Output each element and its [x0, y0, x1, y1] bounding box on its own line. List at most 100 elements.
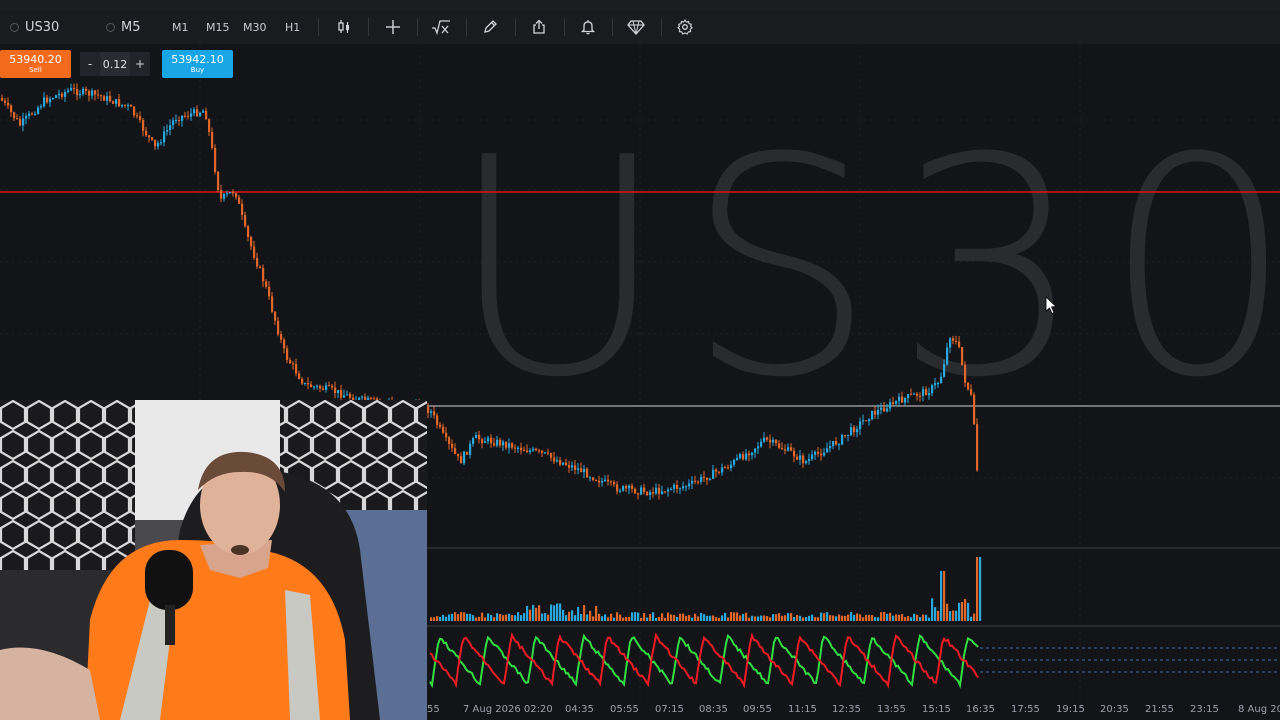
stochastic-oscillator — [429, 631, 1280, 689]
candle-body — [781, 447, 784, 450]
candle-body — [193, 109, 196, 114]
candle-body — [727, 467, 730, 469]
candle-body — [37, 107, 40, 114]
candle-body — [700, 476, 703, 482]
candle-body — [559, 460, 562, 465]
candle-body — [283, 339, 286, 349]
candle-body — [142, 120, 145, 131]
candle-body — [817, 451, 820, 454]
volume-bar — [940, 571, 943, 621]
candle-body — [25, 115, 28, 119]
timeframe-m15-button[interactable]: M15 — [206, 10, 230, 44]
candle-body — [535, 448, 538, 451]
candle-body — [631, 485, 634, 489]
volume-bar — [706, 615, 709, 621]
timeframe-m30-button[interactable]: M30 — [243, 10, 267, 44]
alert-bell-icon[interactable] — [577, 16, 599, 38]
volume-bar — [634, 612, 637, 621]
volume-bar — [694, 613, 697, 621]
settings-gear-icon[interactable] — [674, 16, 696, 38]
volume-bar — [691, 617, 694, 621]
volume-bar — [484, 617, 487, 621]
volume-bar — [679, 613, 682, 621]
candle-body — [913, 393, 916, 395]
volume-bar — [676, 616, 679, 621]
volume-bar — [613, 617, 616, 621]
sell-button[interactable]: 53940.20 Sell — [0, 50, 71, 78]
volume-bar — [625, 617, 628, 621]
candle-body — [640, 487, 643, 495]
symbol-selector[interactable]: US30 — [10, 10, 59, 44]
candle-body — [877, 409, 880, 415]
volume-bar — [577, 606, 580, 621]
candle-body — [952, 338, 955, 341]
candle-body — [319, 385, 322, 389]
time-axis-tick: 23:15 — [1190, 704, 1219, 715]
candle-body — [73, 88, 76, 90]
quantity-increase-button[interactable]: + — [130, 52, 150, 76]
candle-body — [430, 411, 433, 413]
candle-body — [790, 447, 793, 451]
timeframe-m1-button[interactable]: M1 — [172, 10, 189, 44]
volume-bar — [865, 614, 868, 621]
candle-body — [220, 190, 223, 199]
volume-bar — [517, 612, 520, 621]
volume-bar — [628, 616, 631, 621]
volume-bar — [607, 617, 610, 621]
volume-bar — [961, 601, 964, 621]
chart-type-icon[interactable] — [333, 16, 355, 38]
buy-button[interactable]: 53942.10 Buy — [162, 50, 233, 78]
candle-body — [820, 453, 823, 456]
crosshair-icon[interactable] — [382, 16, 404, 38]
indicators-icon[interactable] — [430, 16, 452, 38]
quantity-decrease-button[interactable]: - — [80, 52, 100, 76]
candle-body — [298, 373, 301, 379]
timeframe-h1-button[interactable]: H1 — [285, 10, 300, 44]
volume-bar — [877, 617, 880, 621]
volume-bar — [511, 615, 514, 621]
candle-body — [442, 426, 445, 433]
volume-bar — [925, 614, 928, 621]
candle-body — [55, 95, 58, 99]
candle-body — [235, 193, 238, 198]
quantity-input[interactable]: 0.12 — [100, 52, 130, 76]
drawing-pencil-icon[interactable] — [479, 16, 501, 38]
volume-bar — [781, 615, 784, 621]
volume-bar — [499, 614, 502, 621]
candle-body — [148, 135, 151, 138]
candle-body — [469, 443, 472, 455]
volume-bar — [709, 615, 712, 621]
timeframe-selector[interactable]: M5 — [106, 10, 141, 44]
volume-bar — [433, 617, 436, 621]
volume-bar — [658, 616, 661, 621]
volume-bar — [667, 612, 670, 621]
candle-body — [589, 477, 592, 479]
candle-body — [508, 443, 511, 448]
volume-bar — [757, 616, 760, 621]
oscillator-line — [429, 631, 979, 689]
candle-body — [718, 471, 721, 473]
candle-body — [526, 450, 529, 453]
candle-body — [91, 90, 94, 96]
premium-diamond-icon[interactable] — [625, 16, 647, 38]
share-icon[interactable] — [528, 16, 550, 38]
volume-bar — [826, 612, 829, 621]
volume-bar — [529, 609, 532, 621]
candle-body — [937, 383, 940, 385]
candle-body — [118, 99, 121, 107]
volume-bar — [907, 616, 910, 621]
candle-body — [136, 115, 139, 117]
volume-bar — [760, 615, 763, 621]
candle-body — [529, 450, 532, 453]
candle-body — [796, 456, 799, 460]
candle-body — [571, 465, 574, 468]
volume-bar — [973, 613, 976, 621]
candle-body — [745, 453, 748, 460]
candle-body — [259, 266, 262, 268]
volume-bar — [631, 612, 634, 621]
candle-body — [211, 131, 214, 148]
candle-body — [190, 113, 193, 117]
candle-body — [448, 437, 451, 444]
candle-body — [763, 437, 766, 442]
time-axis-tick: 11:15 — [788, 704, 817, 715]
